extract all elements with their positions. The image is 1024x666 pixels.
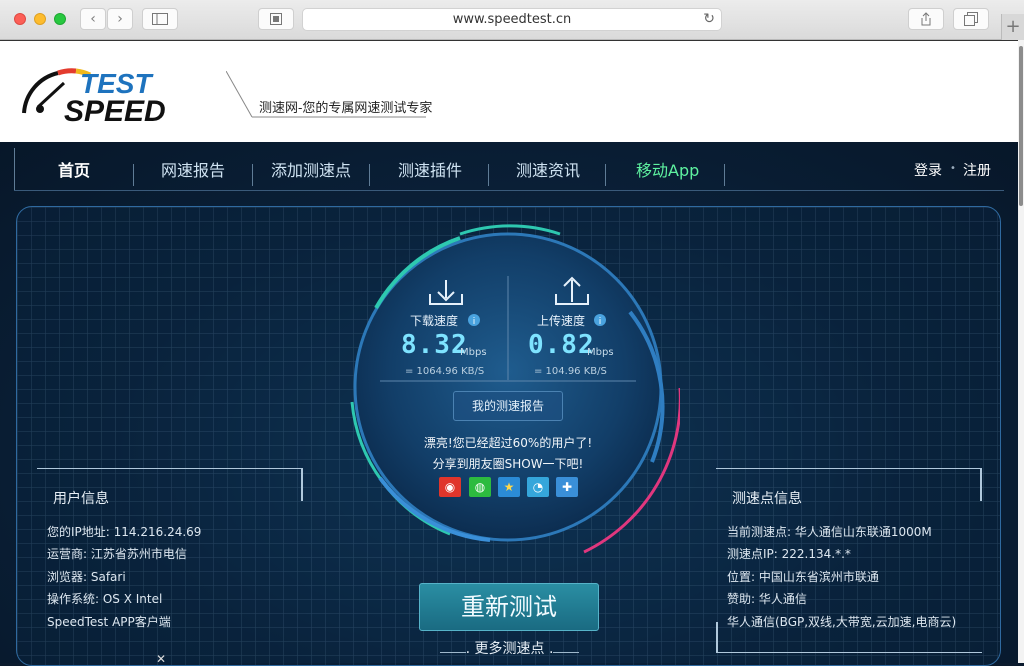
login-link[interactable]: 登录 [914,160,942,180]
back-button[interactable]: ‹ [80,8,106,30]
user-browser: 浏览器: Safari [47,570,126,584]
nav-home[interactable]: 首页 [58,157,90,181]
reader-icon [270,13,282,25]
register-link[interactable]: 注册 [963,160,991,180]
nav-mobile-app[interactable]: 移动App [636,157,699,181]
zoom-window-button[interactable] [54,13,66,25]
qzone-share-icon[interactable]: ★ [498,477,520,497]
retest-button[interactable]: 重新测试 [419,583,599,631]
svg-text:i: i [473,317,476,327]
close-window-button[interactable] [14,13,26,25]
nav-divider [133,164,134,186]
tabs-icon [964,12,978,26]
chevron-left-icon: ‹ [90,11,96,27]
nav-speed-report[interactable]: 网速报告 [161,157,225,181]
more-nodes-link[interactable]: . 更多测速点 . [437,638,582,658]
user-isp: 运营商: 江苏省苏州市电信 [47,547,187,561]
site-logo[interactable]: TEST SPEED [18,59,218,129]
nav-divider [605,164,606,186]
scrollbar-thumb[interactable] [1019,46,1023,206]
site-header: TEST SPEED 测速网-您的专属网速测试专家 [0,40,1024,142]
nav-news[interactable]: 测速资讯 [516,157,580,181]
upload-speed-value: 0.82 [528,330,595,360]
chevron-right-icon: › [117,11,123,27]
sponsor-description: 华人通信(BGP,双线,大带宽,云加速,电商云) [727,615,957,629]
close-icon[interactable]: ✕ [156,652,166,666]
more-share-icon[interactable]: ✚ [556,477,578,497]
nav-divider [488,164,489,186]
node-ip: 测速点IP: 222.134.*.* [727,547,851,561]
user-os: 操作系统: OS X Intel [47,592,163,606]
reader-button[interactable] [258,8,294,30]
more-left-line [439,652,466,653]
my-report-button[interactable]: 我的测速报告 [453,391,563,421]
new-tab-button[interactable]: + [1001,14,1024,40]
logo-speed-text: SPEED [64,95,166,128]
site-slogan: 测速网-您的专属网速测试专家 [259,101,433,116]
nav-left-border [14,148,15,190]
upload-unit: Mbps [587,347,614,358]
nav-plugins[interactable]: 测速插件 [398,157,462,181]
wechat-share-icon[interactable]: ◍ [469,477,491,497]
node-sponsor: 赞助: 华人通信 [727,592,807,606]
sidebar-button[interactable] [142,8,178,30]
svg-text:i: i [599,317,602,327]
address-bar[interactable]: www.speedtest.cn ↻ [302,8,722,31]
nav-divider [252,164,253,186]
share-prompt: 分享到朋友圈SHOW一下吧! [432,457,584,471]
url-text: www.speedtest.cn [452,12,572,27]
more-right-line [553,652,580,653]
app-client-link[interactable]: SpeedTest APP客户端 [47,613,171,630]
main-nav: 首页 网速报告 添加测速点 测速插件 测速资讯 移动App 登录 • 注册 [14,148,1004,191]
upload-kbs: = 104.96 KB/S [534,366,607,377]
sidebar-icon [152,13,168,25]
current-node: 当前测速点: 华人通信山东联通1000M [727,525,932,539]
nav-add-node[interactable]: 添加测速点 [271,157,351,181]
share-button[interactable] [908,8,944,30]
forward-button[interactable]: › [107,8,133,30]
browser-toolbar: ‹ › www.speedtest.cn ↻ [0,0,1024,40]
download-unit: Mbps [460,347,487,358]
upload-label: 上传速度 [537,314,586,328]
user-info-title: 用户信息 [53,491,109,507]
tencent-weibo-share-icon[interactable]: ◔ [527,477,549,497]
share-icon [921,12,931,26]
result-message: 漂亮!您已经超过60%的用户了! [423,436,593,450]
minimize-window-button[interactable] [34,13,46,25]
download-kbs: = 1064.96 KB/S [405,366,485,377]
nav-dot: • [950,163,956,174]
download-speed-value: 8.32 [401,330,468,360]
nav-divider [724,164,725,186]
node-location: 位置: 中国山东省滨州市联通 [727,570,879,584]
more-nodes-text: 更多测速点 [474,641,545,657]
reload-icon[interactable]: ↻ [703,9,715,30]
weibo-share-icon[interactable]: ◉ [439,477,461,497]
user-ip: 您的IP地址: 114.216.24.69 [47,525,202,539]
download-label: 下载速度 [410,314,459,328]
tabs-button[interactable] [953,8,989,30]
node-info-title: 测速点信息 [732,491,802,507]
nav-divider [369,164,370,186]
